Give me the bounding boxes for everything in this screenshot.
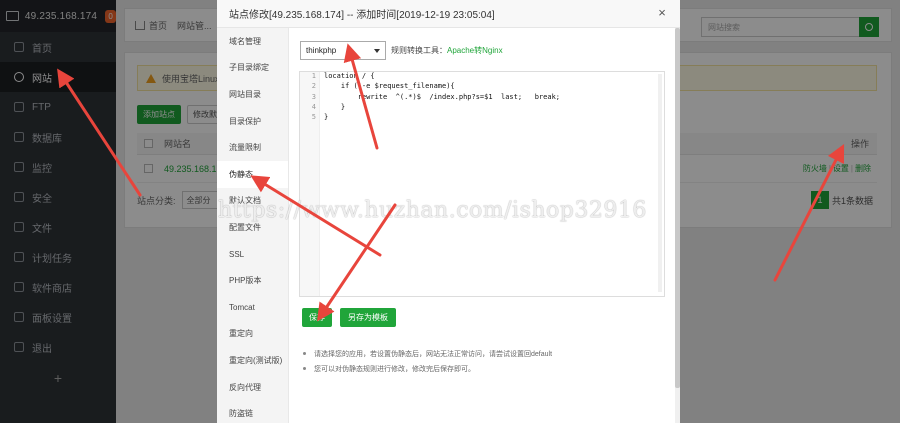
rewrite-template-select[interactable]: thinkphp <box>300 41 386 60</box>
nav-php-version[interactable]: PHP版本 <box>217 267 288 294</box>
code-line: location / { <box>324 72 375 80</box>
line-numbers: 12345 <box>300 72 320 296</box>
watermark-text: https://www.huzhan.com/ishop32916 <box>218 198 647 223</box>
apache-to-nginx-link[interactable]: Apache转Nginx <box>447 46 503 55</box>
nav-redirect-beta[interactable]: 重定向(测试版) <box>217 347 288 374</box>
code-line: } <box>324 113 329 122</box>
rewrite-select-value: thinkphp <box>306 46 337 55</box>
nav-dir-protect[interactable]: 目录保护 <box>217 108 288 135</box>
code-line: if (!-e $request_filename){ <box>324 82 455 91</box>
save-as-template-button[interactable]: 另存为模板 <box>340 308 396 327</box>
dialog-nav: 域名管理 子目录绑定 网站目录 目录保护 流量限制 伪静态 默认文档 配置文件 … <box>217 28 289 423</box>
code-content: location / { if (!-e $request_filename){… <box>324 72 560 123</box>
editor-scrollbar[interactable] <box>658 74 662 292</box>
nav-hotlink[interactable]: 防盗链 <box>217 400 288 423</box>
tip-item: 请选择您的应用，若设置伪静态后，网站无法正常访问，请尝试设置回default <box>301 346 661 361</box>
close-icon[interactable]: × <box>656 6 668 19</box>
tip-item: 您可以对伪静态规则进行修改，修改完后保存即可。 <box>301 361 661 376</box>
dialog-scrollbar[interactable] <box>675 28 680 423</box>
save-button[interactable]: 保存 <box>302 308 332 327</box>
nav-rewrite[interactable]: 伪静态 <box>217 160 288 188</box>
nav-redirect[interactable]: 重定向 <box>217 321 288 348</box>
rewrite-code-editor[interactable]: 12345 location / { if (!-e $request_file… <box>299 71 665 297</box>
nav-subdir-bind[interactable]: 子目录绑定 <box>217 55 288 82</box>
nav-reverse-proxy[interactable]: 反向代理 <box>217 374 288 401</box>
dialog-body: thinkphp 规则转换工具：Apache转Nginx 12345 locat… <box>289 28 680 423</box>
code-line: } <box>324 102 346 111</box>
tips-list: 请选择您的应用，若设置伪静态后，网站无法正常访问，请尝试设置回default 您… <box>301 346 661 376</box>
nav-traffic-limit[interactable]: 流量限制 <box>217 134 288 161</box>
rewrite-tool: 规则转换工具：Apache转Nginx <box>391 45 503 56</box>
nav-ssl[interactable]: SSL <box>217 241 288 268</box>
rewrite-tool-label: 规则转换工具： <box>391 46 447 55</box>
code-line: rewrite ^(.*)$ /index.php?s=$1 last; bre… <box>324 92 561 101</box>
nav-domain[interactable]: 域名管理 <box>217 28 288 55</box>
chevron-down-icon <box>374 49 380 53</box>
nav-tomcat[interactable]: Tomcat <box>217 294 288 321</box>
dialog-title: 站点修改[49.235.168.174] -- 添加时间[2019-12-19 … <box>217 0 680 28</box>
nav-site-dir[interactable]: 网站目录 <box>217 81 288 108</box>
